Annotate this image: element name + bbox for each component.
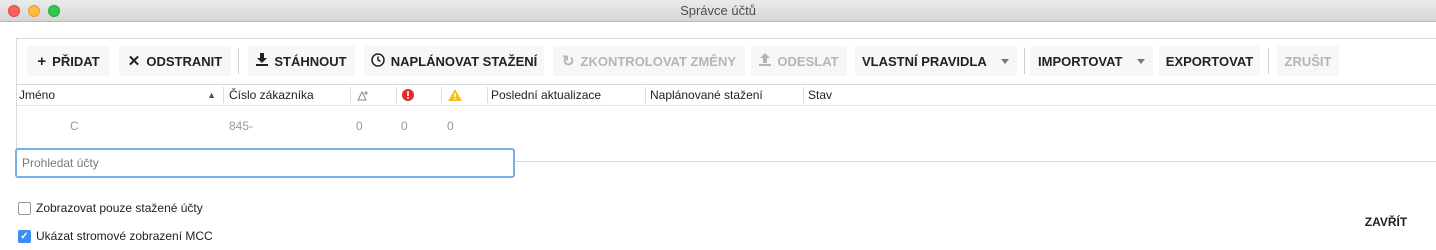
accounts-panel: + PŘIDAT ✕ ODSTRANIT STÁHNOUT NAPLÁNOVAT… [16, 38, 1436, 162]
check-changes-label: ZKONTROLOVAT ZMĚNY [580, 53, 737, 69]
download-label: STÁHNOUT [274, 53, 347, 69]
column-header-warnings[interactable] [446, 85, 486, 105]
import-dropdown[interactable]: IMPORTOVAT [1030, 46, 1153, 76]
row-changes-count: 0 [356, 119, 363, 133]
column-header-changes[interactable] [355, 85, 395, 105]
row-errors-count: 0 [401, 119, 408, 133]
column-header-last-update[interactable]: Poslední aktualizace [489, 85, 644, 105]
chevron-down-icon [1137, 59, 1145, 64]
error-icon [402, 89, 414, 101]
warning-icon [448, 89, 462, 101]
triangle-plus-icon [357, 90, 368, 101]
account-manager-content: + PŘIDAT ✕ ODSTRANIT STÁHNOUT NAPLÁNOVAT… [0, 22, 1436, 250]
search-field[interactable] [15, 148, 515, 178]
column-divider [645, 87, 646, 103]
close-button[interactable]: ZAVŘÍT [1356, 212, 1416, 232]
column-header-name[interactable]: Jméno ▲ [17, 85, 222, 105]
add-label: PŘIDAT [52, 53, 100, 69]
refresh-icon: ↻ [561, 52, 575, 70]
table-header: Jméno ▲ Číslo zákazníka Poslední aktuali… [17, 84, 1436, 106]
title-bar: Správce účtů [0, 0, 1436, 22]
schedule-download-label: NAPLÁNOVAT STAŽENÍ [390, 53, 538, 69]
show-mcc-tree-label: Ukázat stromové zobrazení MCC [36, 229, 213, 243]
export-label: EXPORTOVAT [1165, 53, 1254, 69]
add-button[interactable]: + PŘIDAT [27, 46, 110, 76]
remove-button[interactable]: ✕ ODSTRANIT [119, 46, 231, 76]
checkbox-unchecked[interactable] [18, 201, 31, 215]
toolbar-divider [1268, 48, 1269, 74]
upload-icon [759, 53, 772, 69]
column-header-errors[interactable] [400, 85, 440, 105]
column-divider [396, 87, 397, 103]
table-row[interactable]: C 845- 0 0 0 [17, 106, 1436, 146]
cancel-button[interactable]: ZRUŠIT [1277, 46, 1339, 76]
checkmark-icon[interactable]: ✓ [18, 229, 31, 243]
toolbar-divider [238, 48, 239, 74]
export-button[interactable]: EXPORTOVAT [1159, 46, 1260, 76]
custom-rules-dropdown[interactable]: VLASTNÍ PRAVIDLA [855, 46, 1017, 76]
column-divider [223, 87, 224, 103]
send-label: ODESLAT [777, 53, 839, 69]
column-divider [350, 87, 351, 103]
chevron-down-icon [1001, 59, 1009, 64]
row-customer-number: 845- [229, 119, 254, 133]
send-button[interactable]: ODESLAT [751, 46, 847, 76]
schedule-download-button[interactable]: NAPLÁNOVAT STAŽENÍ [364, 46, 544, 76]
import-label: IMPORTOVAT [1038, 53, 1123, 69]
plus-icon: + [37, 52, 47, 70]
download-button[interactable]: STÁHNOUT [248, 46, 355, 76]
show-downloaded-only-label: Zobrazovat pouze stažené účty [36, 201, 203, 215]
clock-icon [370, 52, 385, 70]
custom-rules-label: VLASTNÍ PRAVIDLA [862, 53, 987, 69]
column-divider [487, 87, 488, 103]
column-header-scheduled-download[interactable]: Naplánované stažení [648, 85, 803, 105]
show-downloaded-only-checkbox[interactable]: Zobrazovat pouze stažené účty [18, 200, 203, 216]
row-warnings-count: 0 [447, 119, 454, 133]
x-icon: ✕ [127, 52, 141, 70]
remove-label: ODSTRANIT [146, 53, 223, 69]
download-icon [256, 53, 269, 69]
check-changes-button[interactable]: ↻ ZKONTROLOVAT ZMĚNY [553, 46, 745, 76]
row-name: C [70, 119, 79, 133]
column-header-customer-number[interactable]: Číslo zákazníka [227, 85, 349, 105]
search-input[interactable] [17, 150, 513, 176]
column-header-status[interactable]: Stav [806, 85, 906, 105]
toolbar-divider [1024, 48, 1025, 74]
sort-ascending-icon: ▲ [207, 90, 216, 100]
window-title: Správce účtů [680, 3, 756, 18]
cancel-label: ZRUŠIT [1284, 53, 1332, 69]
column-divider [803, 87, 804, 103]
column-divider [441, 87, 442, 103]
show-mcc-tree-checkbox[interactable]: ✓ Ukázat stromové zobrazení MCC [18, 228, 213, 244]
